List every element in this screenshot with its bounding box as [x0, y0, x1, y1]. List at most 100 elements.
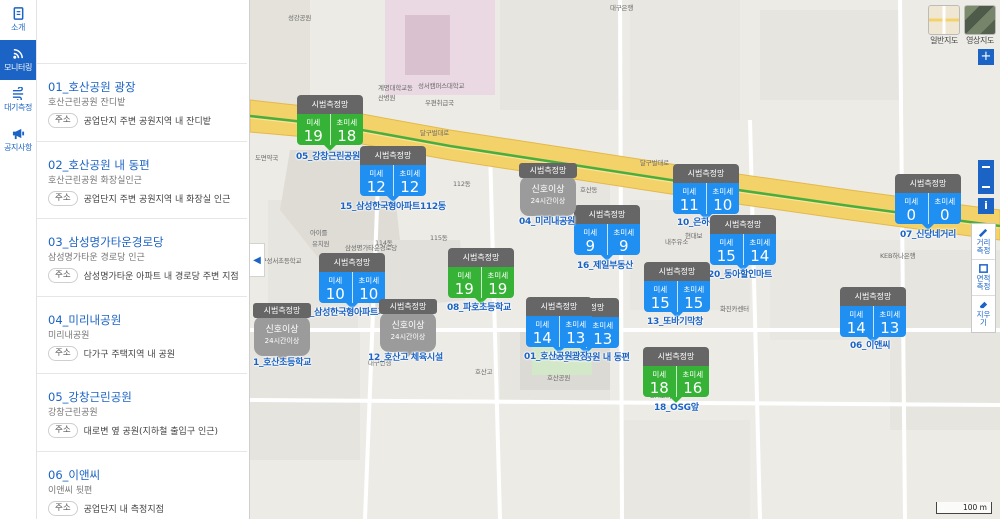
- ruler-icon: [978, 228, 988, 238]
- station-card[interactable]: 05_강창근린공원 강창근린공원 주소 대로변 옆 공원(지하철 출입구 인근): [37, 373, 247, 451]
- distance-measure-button[interactable]: 거리 측정: [972, 224, 995, 260]
- pm25-label: 초미세: [613, 228, 635, 237]
- pm10-value: 12: [366, 178, 386, 196]
- zoom-slider[interactable]: [978, 160, 994, 194]
- address-badge: 주소: [48, 113, 78, 128]
- map-label: 내주유소: [665, 238, 689, 246]
- zoom-in-button[interactable]: +: [978, 49, 994, 65]
- pm10-value: 18: [649, 379, 669, 397]
- station-name-label[interactable]: 06_이앤씨: [850, 338, 890, 351]
- map-label: 달구벌대로: [420, 129, 449, 137]
- nav-intro[interactable]: 소개: [0, 0, 36, 40]
- station-marker[interactable]: 시범측정망 미세 12 초미세 12: [360, 146, 426, 202]
- station-location: 강창근린공원: [48, 408, 98, 418]
- marker-header: 시범측정망: [448, 248, 514, 267]
- marker-header: 시범측정망: [319, 253, 385, 272]
- station-name-label[interactable]: 05_강창근린공원: [296, 149, 360, 162]
- station-location: 호산근린공원 잔디밭: [48, 98, 126, 108]
- eraser-icon: [979, 301, 988, 309]
- collapse-panel-button[interactable]: ◀: [250, 243, 265, 277]
- pm10-label: 미세: [369, 169, 384, 178]
- nav-monitoring[interactable]: 모니터링: [0, 40, 36, 80]
- station-title: 04_미리내공원: [48, 312, 122, 327]
- erase-button[interactable]: 지우 기: [972, 296, 995, 332]
- station-marker[interactable]: 시범측정망 미세 11 초미세 10: [673, 164, 739, 220]
- pm25-value: 15: [684, 294, 704, 312]
- address-badge: 주소: [48, 190, 78, 206]
- pm10-value: 14: [532, 329, 552, 347]
- station-title: 02_호산공원 내 동편: [48, 157, 150, 172]
- map-view[interactable]: 성강공원 대구은행 계명대학교동산병원 성서캠퍼스대학교 우편취급국 도면약국 …: [250, 0, 1000, 519]
- map-label: 도면약국: [255, 154, 279, 162]
- station-name-label[interactable]: 04_미리내공원: [519, 214, 575, 227]
- area-measure-button[interactable]: 면적 측정: [972, 260, 995, 296]
- marker-header: 시범측정망: [895, 174, 961, 193]
- station-marker[interactable]: 시범측정망 미세 15 초미세 15: [644, 262, 710, 318]
- station-name-label[interactable]: 13_또바기막창: [647, 314, 703, 327]
- station-address: 공업단지 주변 공원지역 내 잔디밭: [83, 117, 212, 127]
- station-name-label[interactable]: 07_신당네거리: [900, 227, 956, 240]
- station-title: 01_호산공원 광장: [48, 80, 136, 94]
- offline-marker[interactable]: 시범측정망 신호이상 24시간이상: [519, 163, 577, 221]
- marker-header: 시범측정망: [519, 163, 577, 178]
- station-name-label[interactable]: 01_호산공원광장: [524, 349, 588, 362]
- station-marker[interactable]: 시범측정망 미세 15 초미세 14: [710, 215, 776, 271]
- offline-marker[interactable]: 시범측정망 신호이상 24시간이상: [253, 303, 311, 361]
- station-marker[interactable]: 시범측정망 미세14 초미세13: [526, 297, 592, 353]
- pm25-label: 초미세: [879, 310, 901, 319]
- offline-duration: 24시간이상: [530, 197, 566, 205]
- station-card[interactable]: 01_호산공원 광장 호산근린공원 잔디밭 주소 공업단지 주변 공원지역 내 잔…: [37, 63, 247, 141]
- marker-header: 시범측정망: [643, 347, 709, 366]
- station-marker[interactable]: 시범측정망 미세 19 초미세 18: [297, 95, 363, 151]
- station-marker[interactable]: 시범측정망 미세 18 초미세 16: [643, 347, 709, 403]
- pm25-value: 0: [939, 206, 950, 224]
- pm25-label: 초미세: [358, 276, 380, 285]
- tool-label: 면적 측정: [976, 274, 991, 291]
- station-name-label[interactable]: 12_호산고 체육시설: [368, 350, 443, 363]
- station-name-label[interactable]: 15_삼성한국형아파트112동: [340, 199, 446, 212]
- map-label: 호산동: [580, 186, 598, 194]
- offline-marker[interactable]: 시범측정망 신호이상 24시간이상: [379, 299, 437, 357]
- station-marker[interactable]: 시범측정망 미세 0 초미세 0: [895, 174, 961, 230]
- pm10-value: 10: [325, 285, 345, 303]
- marker-header: 시범측정망: [360, 146, 426, 165]
- address-badge: 주소: [48, 500, 78, 516]
- station-card[interactable]: 03_삼성명가타운경로당 삼성명가타운 경로당 인근 주소 삼성명가타운 아파트 …: [37, 218, 247, 296]
- station-name-label[interactable]: 20_동아할인마트: [708, 267, 772, 280]
- offline-status: 신호이상: [531, 185, 565, 195]
- map-type-satellite[interactable]: 영상지도: [964, 5, 996, 46]
- station-marker[interactable]: 시범측정망 미세 10 초미세 10: [319, 253, 385, 309]
- pm25-value: 10: [713, 196, 733, 214]
- station-location: 미리내공원: [48, 330, 90, 341]
- nav-label-monitoring: 모니터링: [4, 63, 32, 72]
- map-label: 대구은행: [610, 4, 634, 12]
- pm10-label: 미세: [653, 285, 668, 294]
- station-marker[interactable]: 시범측정망 미세 19 초미세 19: [448, 248, 514, 304]
- pm25-label: 초미세: [682, 370, 704, 379]
- station-name-label[interactable]: 16_제일부동산: [577, 258, 633, 271]
- nav-label-notice: 공지사항: [4, 143, 32, 152]
- pm10-value: 9: [585, 237, 596, 255]
- pm10-value: 15: [716, 247, 736, 265]
- station-card[interactable]: 04_미리내공원 미리내공원 주소 다가구 주택지역 내 공원: [37, 295, 247, 374]
- station-card[interactable]: 06_이앤씨 이앤씨 뒷편 주소 공업단지 내 측정지점: [37, 450, 247, 519]
- nav-air[interactable]: 대기측정: [0, 80, 36, 120]
- map-type-normal[interactable]: 일반지도: [928, 5, 960, 46]
- station-name-label[interactable]: 1_호산초등학교: [253, 355, 311, 368]
- station-marker[interactable]: 시범측정망 미세14 초미세13: [840, 287, 906, 343]
- station-name-label[interactable]: 18_OSG앞: [654, 400, 699, 413]
- map-scale: 100 m: [936, 502, 992, 514]
- station-location: 삼성명가타운 경로당 인근: [48, 253, 145, 263]
- station-list: 01_호산공원 광장 호산근린공원 잔디밭 주소 공업단지 주변 공원지역 내 잔…: [37, 0, 250, 519]
- offline-status: 신호이상: [265, 325, 299, 335]
- pm25-label: 초미세: [336, 118, 358, 127]
- station-name-label[interactable]: 08_파호초등학교: [447, 300, 511, 313]
- station-title: 05_강창근린공원: [48, 390, 132, 404]
- area-icon: [979, 264, 988, 273]
- pm25-label: 초미세: [749, 238, 771, 247]
- station-marker[interactable]: 시범측정망 미세 9 초미세 9: [574, 205, 640, 261]
- info-button[interactable]: i: [978, 198, 994, 214]
- marker-header: 시범측정망: [644, 262, 710, 281]
- nav-notice[interactable]: 공지사항: [0, 120, 36, 160]
- station-card[interactable]: 02_호산공원 내 동편 호산근린공원 화장실인근 주소 공업단지 주변 공원지역…: [37, 140, 247, 219]
